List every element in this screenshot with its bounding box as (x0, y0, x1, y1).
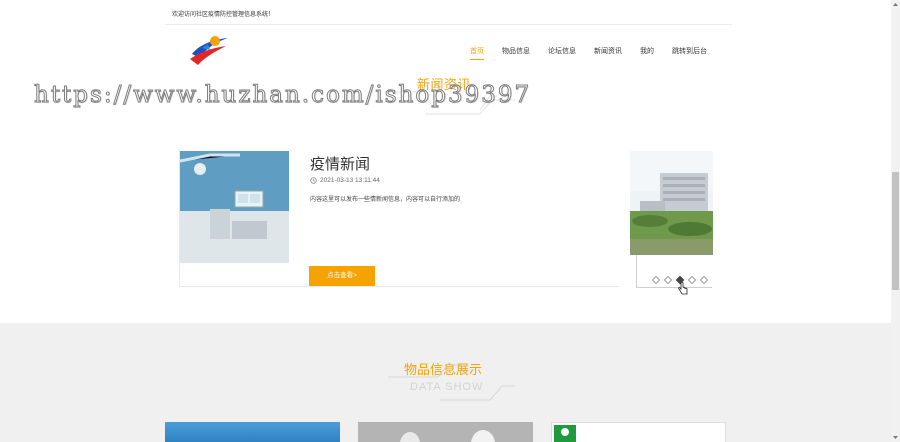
news-title[interactable]: 疫情新闻 (310, 153, 370, 174)
vertical-scrollbar[interactable] (891, 0, 900, 442)
products-section: 物品信息展示 DATA SHOW (0, 323, 891, 442)
top-bar: 欢迎访问社区疫情防控管理信息系统！ (0, 0, 891, 24)
product-image-2 (400, 430, 495, 442)
carousel-dot-5[interactable] (699, 275, 709, 285)
watermark-text: https://www.huzhan.com/ishop39397 (33, 82, 532, 109)
main-nav: 首页 物品信息 论坛信息 新闻资讯 我的 跳转到后台 (470, 46, 707, 60)
nav-item-goods[interactable]: 物品信息 (502, 46, 530, 60)
product-card-1[interactable] (165, 422, 340, 442)
scroll-down-icon[interactable] (891, 432, 900, 442)
carousel-dot-1[interactable] (651, 275, 661, 285)
welcome-text: 欢迎访问社区疫情防控管理信息系统！ (172, 12, 275, 18)
news-date-text: 2021-03-13 13:11:44 (320, 177, 380, 184)
product-image-3 (554, 425, 576, 442)
page: 欢迎访问社区疫情防控管理信息系统！ 首页 物品信息 论坛信息 新闻资讯 我的 跳… (0, 0, 900, 442)
nav-item-news[interactable]: 新闻资讯 (594, 46, 622, 60)
products-title-decoration (388, 364, 515, 401)
product-card-2[interactable] (358, 422, 533, 442)
hand-cursor-icon (678, 282, 688, 295)
scrollbar-thumb[interactable] (892, 172, 899, 290)
site-logo[interactable] (188, 32, 232, 66)
scroll-up-icon[interactable] (891, 0, 900, 10)
news-image[interactable] (179, 151, 289, 263)
nav-item-mine[interactable]: 我的 (640, 46, 654, 60)
topbar-divider (165, 24, 732, 25)
clock-icon (310, 177, 317, 184)
nav-item-admin[interactable]: 跳转到后台 (672, 46, 707, 60)
news-date: 2021-03-13 13:11:44 (310, 177, 380, 184)
carousel-dot-4[interactable] (687, 275, 697, 285)
news-description: 内容这里可以发布一些情新闻信息，内容可以自行添加的 (310, 197, 461, 203)
news-card: 疫情新闻 2021-03-13 13:11:44 内容这里可以发布一些情新闻信息… (179, 150, 619, 287)
carousel-thumbnail[interactable] (630, 151, 713, 255)
carousel-frame (636, 255, 712, 288)
operating-room-image (179, 151, 289, 263)
product-card-3[interactable] (551, 422, 726, 442)
hospital-building-image (630, 151, 713, 255)
nav-item-home[interactable]: 首页 (470, 46, 484, 60)
nav-item-forum[interactable]: 论坛信息 (548, 46, 576, 60)
carousel-dot-2[interactable] (663, 275, 673, 285)
view-detail-button[interactable]: 点击查看> (309, 266, 375, 286)
logo-icon (190, 36, 228, 65)
